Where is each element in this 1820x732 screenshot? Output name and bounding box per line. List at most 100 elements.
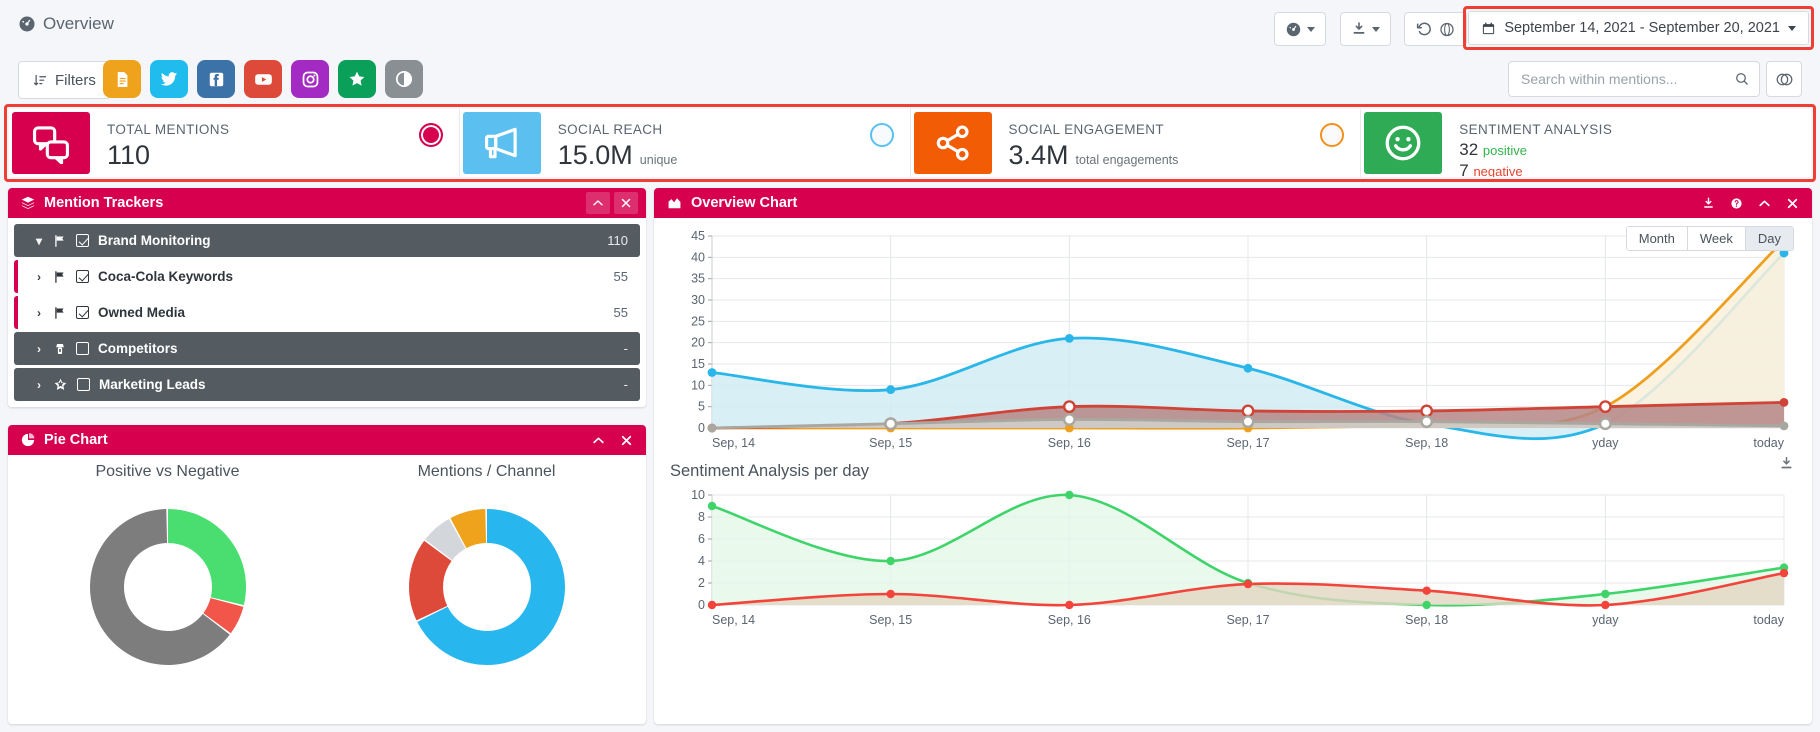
kpi-social-engagement[interactable]: SOCIAL ENGAGEMENT 3.4M total engagements — [910, 109, 1362, 177]
svg-text:Sep, 18: Sep, 18 — [1405, 436, 1448, 450]
channel-filter-youtube[interactable] — [244, 60, 282, 98]
toolbar-history-group — [1404, 12, 1467, 46]
download-chart-button[interactable] — [1696, 192, 1720, 214]
svg-text:Sep, 15: Sep, 15 — [869, 613, 912, 627]
granularity-day[interactable]: Day — [1745, 227, 1793, 250]
channel-filter-instagram[interactable] — [291, 60, 329, 98]
history-toggle-button[interactable] — [1404, 12, 1467, 46]
tracker-row-competitors[interactable]: › Competitors - — [14, 332, 640, 365]
svg-text:5: 5 — [698, 400, 705, 414]
channel-filter-facebook[interactable] — [197, 60, 235, 98]
svg-text:6: 6 — [698, 532, 705, 546]
chevron-down-icon[interactable]: ▾ — [34, 234, 44, 248]
tracker-row-marketing-leads[interactable]: › Marketing Leads - — [14, 368, 640, 401]
granularity-month[interactable]: Month — [1626, 227, 1688, 250]
export-menu-button[interactable] — [1340, 12, 1391, 46]
chevron-right-icon[interactable]: › — [34, 306, 44, 320]
collapse-panel-button[interactable] — [1752, 192, 1776, 214]
sentiment-positive-label: positive — [1482, 143, 1527, 158]
flag-icon — [55, 306, 64, 319]
tracker-row-owned-media[interactable]: › Owned Media 55 — [14, 296, 640, 329]
help-button[interactable] — [1724, 192, 1748, 214]
layers-icon — [21, 196, 35, 209]
panel-title: Mention Trackers — [20, 195, 163, 211]
panel-title-label: Pie Chart — [44, 432, 108, 448]
chevron-right-icon[interactable]: › — [34, 342, 44, 356]
gauge-icon — [18, 15, 36, 33]
panel-title: Overview Chart — [666, 195, 797, 211]
toolbar-export-group — [1340, 12, 1391, 46]
sentiment-negative-label: negative — [1473, 164, 1523, 177]
date-range-highlight: September 14, 2021 - September 20, 2021 — [1463, 6, 1814, 50]
sentiment-area-chart[interactable]: 0 2 4 6 8 10 Sep, 14 Sep, 15 Sep, 16 Sep, 17 Sep, … — [668, 485, 1798, 633]
download-sentiment-chart-button[interactable] — [1779, 456, 1794, 476]
venn-toggle-button[interactable] — [1766, 61, 1802, 97]
tracker-checkbox[interactable] — [76, 234, 89, 247]
tracker-row-coca-cola-keywords[interactable]: › Coca-Cola Keywords 55 — [14, 260, 640, 293]
kpi-strip: TOTAL MENTIONS 110 SOCIAL REACH 15.0M un… — [9, 109, 1811, 177]
kpi-social-reach[interactable]: SOCIAL REACH 15.0M unique — [459, 109, 911, 177]
tracker-checkbox[interactable] — [76, 342, 89, 355]
chevron-right-icon[interactable]: › — [34, 378, 44, 392]
mention-trackers-header: Mention Trackers — [8, 188, 646, 218]
close-panel-button[interactable] — [614, 429, 638, 451]
kpi-highlight: TOTAL MENTIONS 110 SOCIAL REACH 15.0M un… — [4, 104, 1816, 182]
pie-chart-body: Positive vs Negative Mentions / Channel — [8, 455, 646, 724]
document-icon — [117, 71, 127, 87]
channel-filter-other[interactable] — [385, 60, 423, 98]
chevron-right-icon[interactable]: › — [34, 270, 44, 284]
close-panel-button[interactable] — [1780, 192, 1804, 214]
pie-chart-header: Pie Chart — [8, 425, 646, 455]
filters-button[interactable]: Filters — [18, 61, 111, 99]
download-icon — [1353, 22, 1365, 34]
calendar-icon — [1483, 22, 1495, 34]
svg-text:Sep, 17: Sep, 17 — [1226, 436, 1269, 450]
kpi-total-mentions[interactable]: TOTAL MENTIONS 110 — [9, 109, 460, 177]
overview-chart-body: Month Week Day 0 5 10 15 20 25 30 35 40 45 Sep, 14… — [654, 218, 1812, 456]
search-icon[interactable] — [1734, 71, 1750, 87]
panel-title: Pie Chart — [20, 432, 108, 448]
channel-filter-news[interactable] — [103, 60, 141, 98]
close-icon — [621, 435, 631, 445]
svg-text:yday: yday — [1592, 436, 1619, 450]
tracker-checkbox[interactable] — [77, 378, 90, 391]
kpi-label: SOCIAL REACH — [557, 122, 663, 137]
search-input[interactable] — [1521, 71, 1734, 87]
tracker-row-brand-monitoring[interactable]: ▾ Brand Monitoring 110 — [14, 224, 640, 257]
channel-filter-twitter[interactable] — [150, 60, 188, 98]
download-icon — [1781, 456, 1792, 469]
panel-tools — [586, 429, 638, 451]
tracker-checkbox[interactable] — [76, 270, 89, 283]
chevron-down-icon — [1788, 25, 1796, 31]
collapse-panel-button[interactable] — [586, 429, 610, 451]
tracker-label: Competitors — [98, 341, 178, 356]
download-icon — [1703, 197, 1713, 208]
instagram-icon — [302, 71, 318, 87]
channel-filter-reviews[interactable] — [338, 60, 376, 98]
gauge-icon — [1286, 22, 1301, 36]
flag-icon — [55, 234, 64, 247]
filters-label: Filters — [55, 71, 96, 89]
date-range-picker[interactable]: September 14, 2021 - September 20, 2021 — [1468, 11, 1809, 45]
svg-text:20: 20 — [691, 336, 705, 350]
dashboard-select-button[interactable] — [1274, 12, 1326, 46]
svg-text:today: today — [1753, 436, 1784, 450]
overview-area-chart[interactable]: 0 5 10 15 20 25 30 35 40 45 Sep, 14 Sep, 15 Sep, 16 S… — [668, 226, 1798, 456]
svg-text:today: today — [1753, 613, 1784, 627]
tracker-tree: ▾ Brand Monitoring 110 › Coca-Cola Keywo… — [8, 218, 646, 410]
svg-text:8: 8 — [698, 510, 705, 524]
search-box[interactable] — [1508, 61, 1760, 97]
top-bar: Overview September 14, 2021 - September … — [0, 0, 1820, 56]
tracker-checkbox[interactable] — [76, 306, 89, 319]
kpi-label: SOCIAL ENGAGEMENT — [1008, 122, 1165, 137]
tracker-count: - — [623, 377, 628, 392]
granularity-week[interactable]: Week — [1687, 227, 1746, 250]
svg-text:30: 30 — [691, 293, 705, 307]
collapse-panel-button[interactable] — [586, 192, 610, 214]
close-panel-button[interactable] — [614, 192, 638, 214]
kpi-unit: total engagements — [1075, 153, 1179, 167]
chevron-up-icon — [592, 437, 604, 443]
kpi-sentiment-analysis[interactable]: SENTIMENT ANALYSIS 32 positive 7 negativ… — [1361, 109, 1811, 177]
sentiment-chart-section: Sentiment Analysis per day 0 2 4 6 8 10 Sep, 1… — [654, 456, 1812, 633]
tracker-count: - — [623, 341, 628, 356]
